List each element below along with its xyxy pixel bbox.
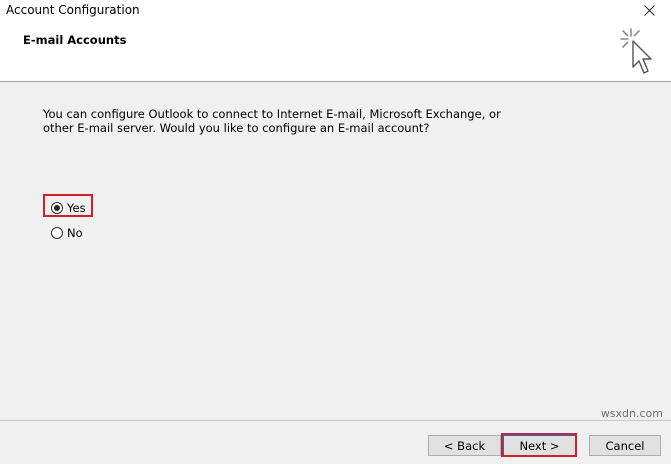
next-button[interactable]: Next > xyxy=(503,435,576,456)
window-title: Account Configuration xyxy=(6,3,140,17)
radio-no-indicator[interactable] xyxy=(51,227,63,239)
cancel-button[interactable]: Cancel xyxy=(589,435,661,456)
close-button[interactable] xyxy=(635,0,663,20)
footer-divider xyxy=(0,420,671,421)
description-line-1: You can configure Outlook to connect to … xyxy=(43,107,501,121)
radio-yes[interactable]: Yes xyxy=(51,200,86,216)
radio-no-label: No xyxy=(67,226,83,240)
wizard-cursor-icon xyxy=(620,28,652,74)
page-heading: E-mail Accounts xyxy=(23,33,127,47)
back-button[interactable]: < Back xyxy=(428,435,501,456)
radio-no[interactable]: No xyxy=(51,225,83,241)
title-bar: Account Configuration xyxy=(0,0,671,22)
description-line-2: other E-mail server. Would you like to c… xyxy=(43,121,430,135)
description-text: You can configure Outlook to connect to … xyxy=(43,107,501,135)
watermark-text: wsxdn.com xyxy=(600,407,663,420)
close-icon xyxy=(643,4,655,16)
account-configuration-dialog: Account Configuration E-mail Accounts Yo… xyxy=(0,0,671,464)
radio-yes-label: Yes xyxy=(67,201,86,215)
dialog-header: E-mail Accounts xyxy=(0,22,671,82)
radio-yes-indicator[interactable] xyxy=(51,202,63,214)
